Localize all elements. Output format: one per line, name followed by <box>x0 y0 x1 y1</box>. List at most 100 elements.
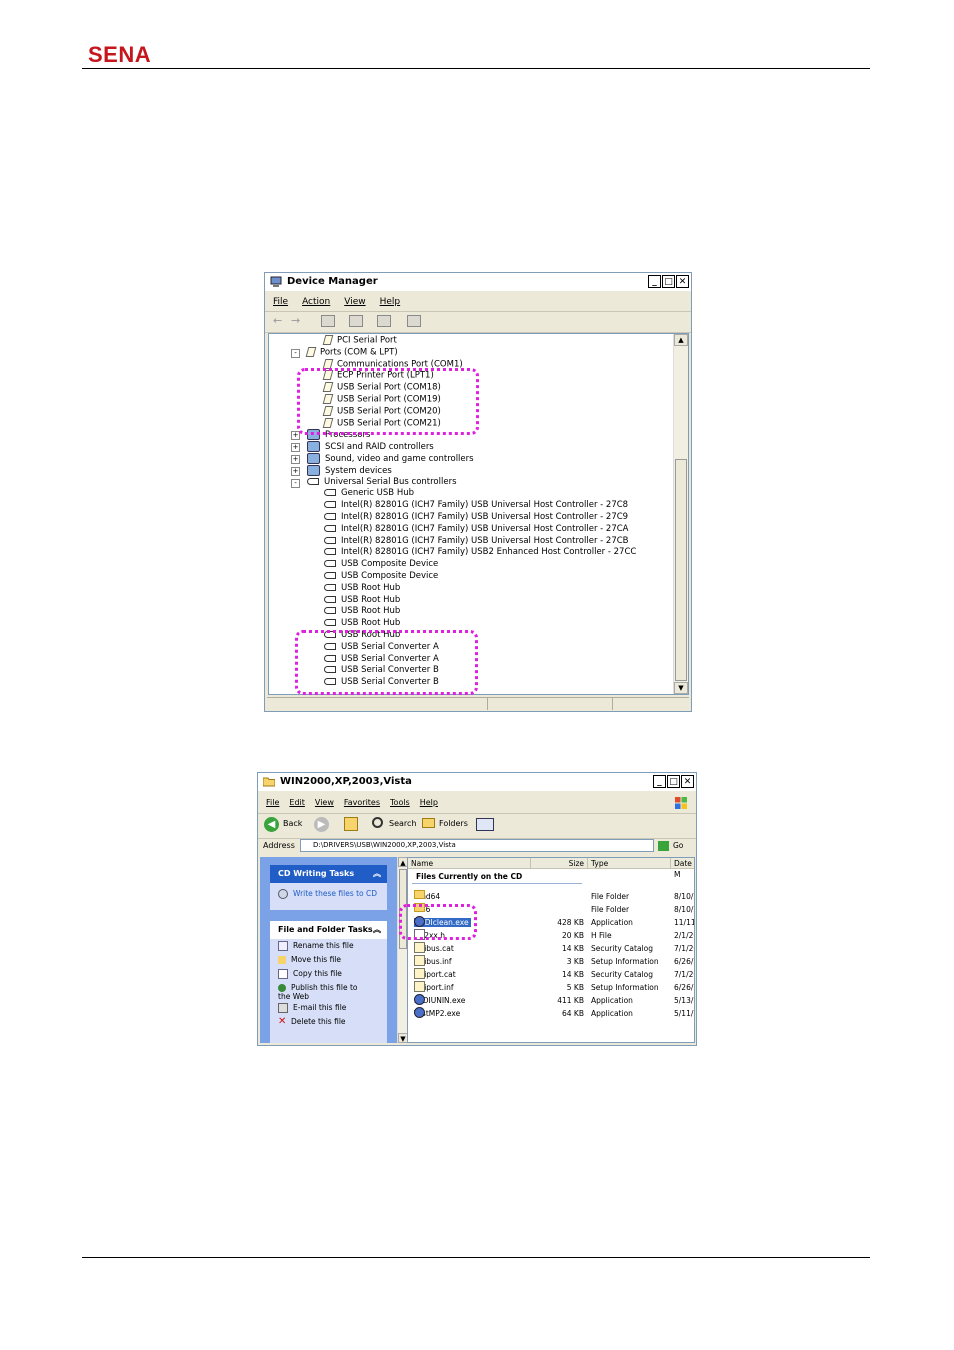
device-label: Intel(R) 82801G (ICH7 Family) USB2 Enhan… <box>341 547 637 558</box>
menu-edit[interactable]: Edit <box>289 795 305 811</box>
column-type[interactable]: Type <box>588 858 671 869</box>
maximize-button[interactable]: □ <box>667 775 680 788</box>
move-file-link[interactable]: Move this file <box>270 953 387 967</box>
device-tree-item[interactable]: Intel(R) 82801G (ICH7 Family) USB Univer… <box>324 524 629 535</box>
inf-icon <box>414 981 425 992</box>
collapse-icon[interactable]: ︽ <box>373 865 381 883</box>
file-row[interactable]: ftdiport.inf5 KBSetup Information6/26/2 <box>408 981 694 994</box>
device-tree-item[interactable]: USB Root Hub <box>324 606 400 617</box>
expand-toggle[interactable]: - <box>291 478 300 488</box>
menu-file[interactable]: File <box>266 795 279 811</box>
device-icon <box>307 441 320 453</box>
menu-tools[interactable]: Tools <box>390 795 410 811</box>
column-size[interactable]: Size <box>531 858 588 869</box>
device-tree-item[interactable]: System devices <box>307 464 392 477</box>
device-tree-item[interactable]: Generic USB Hub <box>324 488 414 499</box>
menu-view[interactable]: View <box>344 294 365 310</box>
folders-button[interactable]: Folders <box>439 819 468 828</box>
folders-icon[interactable] <box>422 818 435 828</box>
file-size: 14 KB <box>562 944 584 953</box>
go-arrow-icon[interactable] <box>658 841 669 851</box>
highlight-serial-ports <box>297 368 479 435</box>
device-tree-item[interactable]: Intel(R) 82801G (ICH7 Family) USB2 Enhan… <box>324 547 636 558</box>
copy-file-link[interactable]: Copy this file <box>270 967 387 981</box>
minimize-button[interactable]: _ <box>648 275 661 288</box>
search-button[interactable]: Search <box>389 819 416 828</box>
group-divider <box>412 883 582 884</box>
file-type: Security Catalog <box>591 944 653 953</box>
inf-icon <box>414 968 425 979</box>
menu-favorites[interactable]: Favorites <box>344 795 380 811</box>
close-button[interactable]: ✕ <box>676 275 689 288</box>
device-tree-item[interactable]: Intel(R) 82801G (ICH7 Family) USB Univer… <box>324 536 629 547</box>
expand-toggle[interactable]: + <box>291 466 300 476</box>
write-to-cd-link[interactable]: Write these files to CD <box>270 883 387 901</box>
menu-action[interactable]: Action <box>302 294 330 310</box>
file-row[interactable]: amd64File Folder8/10/2 <box>408 890 694 903</box>
scroll-thumb[interactable] <box>675 459 687 681</box>
file-row[interactable]: ftdibus.cat14 KBSecurity Catalog7/1/20 <box>408 942 694 955</box>
help-icon[interactable] <box>377 315 391 327</box>
menu-file[interactable]: File <box>273 294 288 310</box>
file-date: 7/1/20 <box>674 970 694 979</box>
device-tree-item[interactable]: Intel(R) 82801G (ICH7 Family) USB Univer… <box>324 500 628 511</box>
scan-hardware-icon[interactable] <box>407 315 421 327</box>
device-tree-item[interactable]: USB Root Hub <box>324 595 400 606</box>
device-tree-item[interactable]: Intel(R) 82801G (ICH7 Family) USB Univer… <box>324 512 628 523</box>
address-input[interactable]: D:\DRIVERS\USB\WIN2000,XP,2003,Vista <box>300 839 654 852</box>
email-file-link[interactable]: E-mail this file <box>270 1001 387 1015</box>
back-icon[interactable]: ◀ <box>264 817 279 832</box>
expand-toggle[interactable]: + <box>291 455 300 464</box>
forward-icon[interactable]: ▶ <box>314 817 329 832</box>
explorer-toolbar: ◀ Back ▶ Search Folders <box>258 813 696 839</box>
device-tree-item[interactable]: Universal Serial Bus controllers <box>307 477 457 488</box>
menu-help[interactable]: Help <box>420 795 438 811</box>
scroll-up-button[interactable]: ▲ <box>674 334 688 346</box>
device-tree-item[interactable]: USB Composite Device <box>324 571 438 582</box>
back-arrow-icon[interactable]: ← <box>273 314 282 327</box>
expand-toggle[interactable]: - <box>291 348 300 358</box>
publish-file-link[interactable]: Publish this file to the Web <box>270 981 363 1001</box>
device-label: USB Root Hub <box>341 594 401 605</box>
device-label: USB Root Hub <box>341 606 401 617</box>
rename-file-link[interactable]: Rename this file <box>270 939 387 953</box>
task-pane: CD Writing Tasks ︽ Write these files to C… <box>260 857 397 1043</box>
up-folder-icon[interactable] <box>344 817 358 831</box>
column-name[interactable]: Name <box>408 858 531 869</box>
go-button[interactable]: Go <box>673 837 683 855</box>
maximize-button[interactable]: □ <box>662 275 675 288</box>
back-button[interactable]: Back <box>283 819 302 828</box>
menu-help[interactable]: Help <box>380 294 401 310</box>
device-tree-item[interactable]: SCSI and RAID controllers <box>307 441 434 453</box>
tree-scrollbar[interactable]: ▲ ▼ <box>673 334 688 694</box>
forward-arrow-icon[interactable]: → <box>291 314 300 327</box>
search-icon[interactable] <box>372 817 383 828</box>
file-row[interactable]: TestMP2.exe64 KBApplication5/11/2 <box>408 1007 694 1020</box>
views-icon[interactable] <box>476 818 494 831</box>
file-row[interactable]: ftdibus.inf3 KBSetup Information6/26/2 <box>408 955 694 968</box>
device-tree-item[interactable]: USB Root Hub <box>324 618 400 629</box>
minimize-button[interactable]: _ <box>653 775 666 788</box>
properties-icon[interactable] <box>321 315 335 327</box>
device-tree-item[interactable]: Ports (COM & LPT) <box>305 346 398 359</box>
globe-icon <box>278 984 286 992</box>
close-button[interactable]: ✕ <box>681 775 694 788</box>
cd-writing-tasks-header[interactable]: CD Writing Tasks ︽ <box>270 865 387 883</box>
device-tree-item[interactable]: Sound, video and game controllers <box>307 453 474 465</box>
device-tree-item[interactable]: USB Composite Device <box>324 559 438 570</box>
file-row[interactable]: ftdiport.cat14 KBSecurity Catalog7/1/20 <box>408 968 694 981</box>
scroll-down-button[interactable]: ▼ <box>674 682 688 694</box>
menu-view[interactable]: View <box>315 795 334 811</box>
file-type: Application <box>591 996 633 1005</box>
usb-icon <box>307 477 319 485</box>
column-date[interactable]: Date M <box>671 858 694 879</box>
print-icon[interactable] <box>349 315 363 327</box>
device-tree-item[interactable]: PCI Serial Port <box>322 335 397 347</box>
file-row[interactable]: FTDIUNIN.exe411 KBApplication5/13/2 <box>408 994 694 1007</box>
collapse-icon[interactable]: ︽ <box>373 921 381 939</box>
expand-toggle[interactable]: + <box>291 443 300 453</box>
device-tree-item[interactable]: USB Root Hub <box>324 583 400 594</box>
file-folder-tasks-header[interactable]: File and Folder Tasks ︽ <box>270 921 387 939</box>
cd-writing-tasks: CD Writing Tasks ︽ Write these files to C… <box>270 865 387 910</box>
delete-file-link[interactable]: ✕ Delete this file <box>270 1015 387 1029</box>
